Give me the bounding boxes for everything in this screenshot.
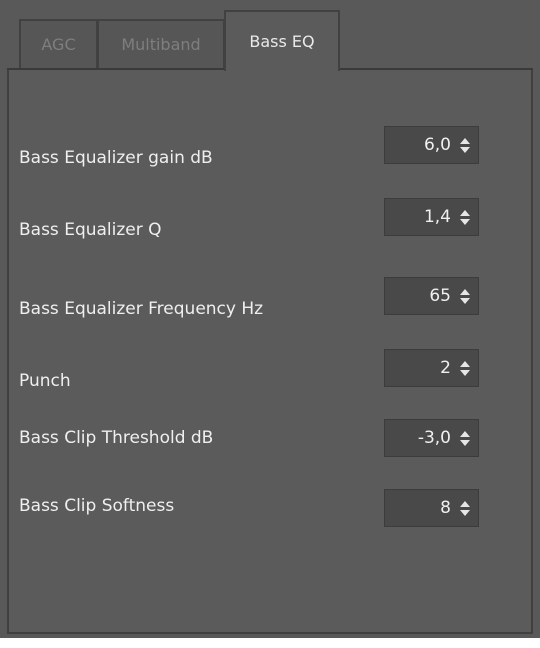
setting-row-clip-softness: Bass Clip Softness 8: [9, 486, 531, 527]
punch-spinbox[interactable]: 2: [384, 349, 479, 387]
bass-eq-panel: Bass Equalizer gain dB 6,0 Bass Equalize…: [7, 70, 533, 634]
spinbox-value[interactable]: 2: [385, 358, 456, 378]
spinbox-value[interactable]: 1,4: [385, 207, 456, 227]
triangle-down-icon[interactable]: [460, 297, 470, 304]
triangle-up-icon[interactable]: [460, 430, 470, 437]
setting-label: Bass Clip Softness: [19, 496, 175, 516]
spinbox-value[interactable]: 8: [385, 498, 456, 518]
tab-bass-eq[interactable]: Bass EQ: [224, 10, 340, 71]
triangle-down-icon[interactable]: [460, 369, 470, 376]
triangle-up-icon[interactable]: [460, 288, 470, 295]
q-spinbox[interactable]: 1,4: [384, 198, 479, 236]
setting-row-clip-threshold: Bass Clip Threshold dB -3,0: [9, 418, 531, 458]
triangle-up-icon[interactable]: [460, 360, 470, 367]
triangle-down-icon[interactable]: [460, 439, 470, 446]
spinbox-value[interactable]: 6,0: [385, 135, 456, 155]
tab-bar: AGC Multiband Bass EQ: [0, 0, 540, 71]
spinbox-value[interactable]: 65: [385, 286, 456, 306]
spinbox-arrows[interactable]: [456, 278, 474, 314]
tab-label: Multiband: [121, 35, 201, 54]
spinbox-arrows[interactable]: [456, 127, 474, 163]
triangle-down-icon[interactable]: [460, 509, 470, 516]
clip-softness-spinbox[interactable]: 8: [384, 489, 479, 527]
setting-label: Bass Equalizer gain dB: [19, 148, 213, 168]
triangle-down-icon[interactable]: [460, 218, 470, 225]
setting-row-q: Bass Equalizer Q 1,4: [9, 198, 531, 240]
setting-row-gain: Bass Equalizer gain dB 6,0: [9, 126, 531, 168]
setting-row-frequency: Bass Equalizer Frequency Hz 65: [9, 277, 531, 319]
frequency-spinbox[interactable]: 65: [384, 277, 479, 315]
setting-row-punch: Punch 2: [9, 349, 531, 391]
spinbox-arrows[interactable]: [456, 490, 474, 526]
triangle-up-icon[interactable]: [460, 209, 470, 216]
tab-label: AGC: [41, 35, 76, 54]
setting-label: Bass Equalizer Q: [19, 220, 162, 240]
spinbox-arrows[interactable]: [456, 199, 474, 235]
clip-threshold-spinbox[interactable]: -3,0: [384, 419, 479, 457]
setting-label: Bass Clip Threshold dB: [19, 428, 214, 448]
spinbox-arrows[interactable]: [456, 420, 474, 456]
triangle-up-icon[interactable]: [460, 137, 470, 144]
setting-label: Bass Equalizer Frequency Hz: [19, 299, 264, 319]
triangle-down-icon[interactable]: [460, 146, 470, 153]
tab-multiband[interactable]: Multiband: [97, 19, 225, 68]
spinbox-value[interactable]: -3,0: [385, 428, 456, 448]
tab-label: Bass EQ: [249, 32, 315, 51]
triangle-up-icon[interactable]: [460, 500, 470, 507]
setting-label: Punch: [19, 371, 71, 391]
spinbox-arrows[interactable]: [456, 350, 474, 386]
tab-agc[interactable]: AGC: [19, 19, 98, 68]
gain-spinbox[interactable]: 6,0: [384, 126, 479, 164]
settings-window: AGC Multiband Bass EQ Bass Equalizer gai…: [0, 0, 540, 638]
